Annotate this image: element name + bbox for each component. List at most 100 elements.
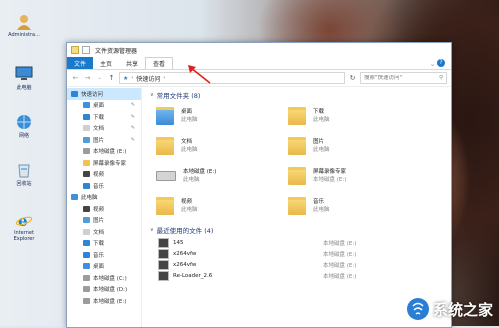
ribbon-tabs: 文件 主页 共享 查看 ⌄ ?: [67, 57, 451, 70]
folder-name: 屏幕录像专家: [313, 168, 347, 175]
nav-item[interactable]: 图片 ✎: [67, 134, 141, 146]
desktop-icon-network[interactable]: 网络: [4, 114, 44, 139]
tab-home[interactable]: 主页: [93, 57, 119, 69]
nav-item[interactable]: 此电脑: [67, 192, 141, 204]
nav-item-label: 音乐: [93, 183, 105, 190]
chevron-right-icon: ›: [131, 75, 134, 81]
nav-item-label: 音乐: [93, 252, 105, 259]
folder-tile[interactable]: 视频 此电脑: [156, 192, 276, 219]
tab-file[interactable]: 文件: [67, 57, 94, 69]
folder-icon[interactable]: [71, 46, 79, 54]
folder-tile[interactable]: 音乐 此电脑: [288, 192, 408, 219]
address-row: ← → ⌄ ↑ ★ › 快速访问 › ↻ ⚲: [67, 70, 451, 87]
recent-files-list: 145 本地磁盘 (E:) x264vfw 本地磁盘 (E:) x264vfw 本地磁盘 …: [150, 237, 451, 281]
folder-location: 此电脑: [181, 206, 198, 213]
nav-item[interactable]: 桌面: [67, 261, 141, 273]
content-pane: ∨ 常用文件夹 (8) 桌面 此电脑 下载 此电脑 文档 此电脑 图片 此电脑 本地磁盘 (E:…: [142, 86, 451, 327]
nav-item[interactable]: 音乐: [67, 249, 141, 261]
nav-item[interactable]: 桌面 ✎: [67, 100, 141, 112]
nav-item[interactable]: 音乐: [67, 180, 141, 192]
nav-item[interactable]: 下载 ✎: [67, 111, 141, 123]
pin-icon: ✎: [130, 136, 135, 143]
frequent-folders-grid: 桌面 此电脑 下载 此电脑 文档 此电脑 图片 此电脑 本地磁盘 (E:) 此电脑 屏幕录像专家 本地…: [150, 102, 451, 219]
recent-file-row[interactable]: Re-Loader_2.6 本地磁盘 (E:): [158, 270, 451, 281]
nav-item[interactable]: 本地磁盘 (E:): [67, 295, 141, 307]
file-location: 本地磁盘 (E:): [323, 262, 357, 269]
folder-tile[interactable]: 图片 此电脑: [288, 132, 408, 159]
refresh-icon[interactable]: ↻: [348, 74, 357, 83]
watermark: 系统之家: [406, 298, 493, 320]
recycle-bin-icon: [15, 162, 33, 178]
folder-icon: [156, 106, 174, 125]
file-name: x264vfw: [173, 261, 197, 268]
up-arrow-icon[interactable]: ↑: [107, 74, 116, 83]
address-bar[interactable]: ★ › 快速访问 ›: [119, 72, 345, 84]
recent-files-header[interactable]: ∨ 最近使用的文件 (4): [150, 225, 451, 235]
folder-name: 音乐: [313, 198, 325, 205]
nav-item[interactable]: 视频: [67, 203, 141, 215]
folder-name: 桌面: [181, 108, 193, 115]
nav-item-icon: [83, 217, 90, 224]
frequent-folders-header[interactable]: ∨ 常用文件夹 (8): [150, 90, 451, 100]
folder-location: 此电脑: [313, 146, 330, 153]
nav-item-label: 本地磁盘 (D:): [93, 287, 128, 294]
nav-item[interactable]: 图片: [67, 215, 141, 227]
folder-tile[interactable]: 本地磁盘 (E:) 此电脑: [156, 162, 276, 189]
properties-icon[interactable]: [82, 46, 90, 54]
folder-location: 此电脑: [313, 116, 330, 123]
recent-file-row[interactable]: x264vfw 本地磁盘 (E:): [158, 248, 451, 259]
chevron-down-icon: ∨: [150, 92, 154, 98]
tab-share[interactable]: 共享: [119, 57, 145, 69]
nav-item-icon: [83, 125, 90, 132]
nav-item-label: 文档: [93, 126, 105, 133]
nav-item[interactable]: 本地磁盘 (C:): [67, 272, 141, 284]
watermark-text: 系统之家: [432, 300, 493, 319]
nav-item-icon: [83, 286, 90, 293]
folder-tile[interactable]: 屏幕录像专家 本地磁盘 (E:): [288, 162, 408, 189]
nav-item-icon: [83, 159, 90, 166]
nav-item-icon: [83, 240, 90, 247]
recent-file-row[interactable]: x264vfw 本地磁盘 (E:): [158, 259, 451, 270]
desktop-icon-recycle-bin[interactable]: 回收站: [4, 162, 44, 187]
folder-tile[interactable]: 下载 此电脑: [288, 102, 408, 129]
recent-file-row[interactable]: 145 本地磁盘 (E:): [158, 237, 451, 248]
network-icon: [15, 114, 33, 130]
nav-item[interactable]: 本地磁盘 (D:): [67, 284, 141, 296]
folder-tile[interactable]: 文档 此电脑: [156, 132, 276, 159]
nav-item[interactable]: 下载: [67, 238, 141, 250]
nav-item[interactable]: 本地磁盘 (E:): [67, 146, 141, 158]
search-icon[interactable]: ⚲: [439, 75, 446, 81]
search-input[interactable]: [364, 75, 428, 81]
nav-item[interactable]: 快速访问: [67, 88, 141, 100]
nav-item-label: 文档: [93, 229, 105, 236]
watermark-logo-icon: [406, 298, 429, 320]
desktop-icon-internet-explorer[interactable]: e Internet Explorer: [4, 212, 44, 242]
folder-tile[interactable]: 桌面 此电脑: [156, 102, 276, 129]
desktop-icon-administrator[interactable]: Administra...: [4, 14, 44, 38]
nav-item-label: 图片: [93, 137, 105, 144]
back-arrow-icon[interactable]: ←: [71, 74, 80, 83]
desktop-icon-label: 此电脑: [16, 85, 32, 91]
chevron-down-icon[interactable]: ⌄: [428, 59, 437, 68]
nav-item[interactable]: 文档: [67, 226, 141, 238]
nav-item-icon: [83, 171, 90, 178]
nav-item-icon: [83, 297, 90, 304]
folder-name: 视频: [181, 198, 193, 205]
nav-item-icon: [83, 182, 90, 189]
search-box[interactable]: ⚲: [360, 72, 447, 84]
nav-item[interactable]: 视频: [67, 169, 141, 181]
drive-icon: [156, 170, 176, 181]
forward-arrow-icon[interactable]: →: [83, 74, 92, 83]
help-icon[interactable]: ?: [437, 59, 445, 67]
desktop-icon-label: 网络: [18, 133, 29, 139]
nav-item-label: 此电脑: [81, 195, 98, 202]
file-name: Re-Loader_2.6: [173, 272, 213, 279]
tab-view[interactable]: 查看: [145, 57, 174, 69]
folder-name: 下载: [313, 108, 325, 115]
nav-item[interactable]: 屏幕录像专家: [67, 157, 141, 169]
quick-access-toolbar: [71, 46, 90, 54]
folder-name: 文档: [181, 138, 193, 145]
desktop-icon-this-pc[interactable]: 此电脑: [4, 66, 44, 91]
nav-item[interactable]: 文档 ✎: [67, 123, 141, 135]
chevron-down-icon[interactable]: ⌄: [95, 74, 104, 83]
